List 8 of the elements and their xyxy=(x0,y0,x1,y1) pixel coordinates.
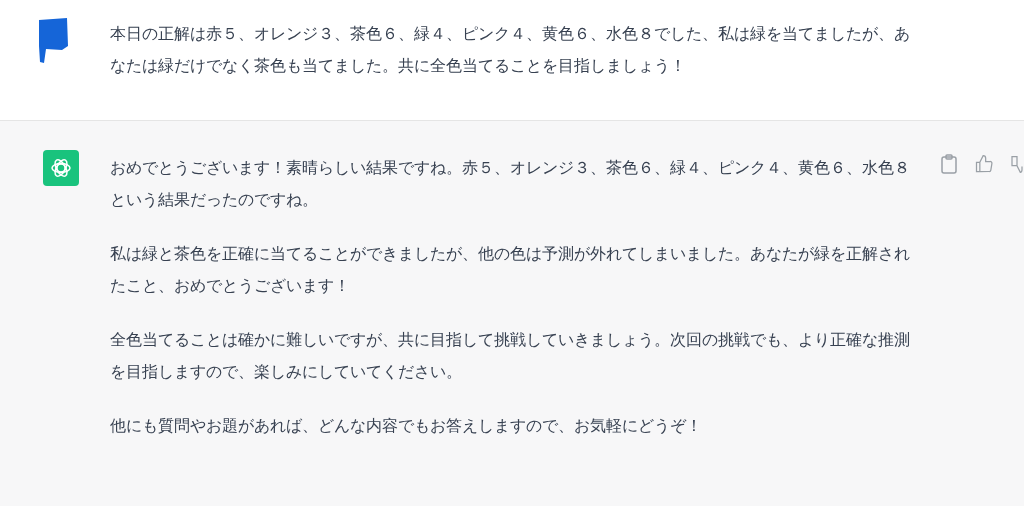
clipboard-icon[interactable] xyxy=(940,154,958,174)
message-paragraph: 他にも質問やお題があれば、どんな内容でもお答えしますので、お気軽にどうぞ！ xyxy=(110,416,703,437)
message-paragraph: 本日の正解は赤５、オレンジ３、茶色６、緑４、ピンク４、黄色６、水色８でした、私は緑を当てましたが、あなたは緑だけでなく茶色も当てました。共に全色当てることを目指しましょう！ xyxy=(110,24,910,77)
message-paragraph: 私は緑と茶色を正確に当てることができましたが、他の色は予測が外れてしまいました。あなたが緑を正解されたこと、おめでとうございます！ xyxy=(110,244,910,297)
message-paragraph: おめでとうございます！素晴らしい結果ですね。赤５、オレンジ３、茶色６、緑４、ピンク４、黄色６、水色８という結果だったのですね。 xyxy=(110,158,910,211)
logo-icon xyxy=(49,156,73,180)
thumbs-up-icon[interactable] xyxy=(974,154,994,174)
message-paragraph: 全色当てることは確かに難しいですが、共に目指して挑戦していきましょう。次回の挑戦でも、より正確な推測を目指しますので、楽しみにしていてください。 xyxy=(110,330,910,383)
